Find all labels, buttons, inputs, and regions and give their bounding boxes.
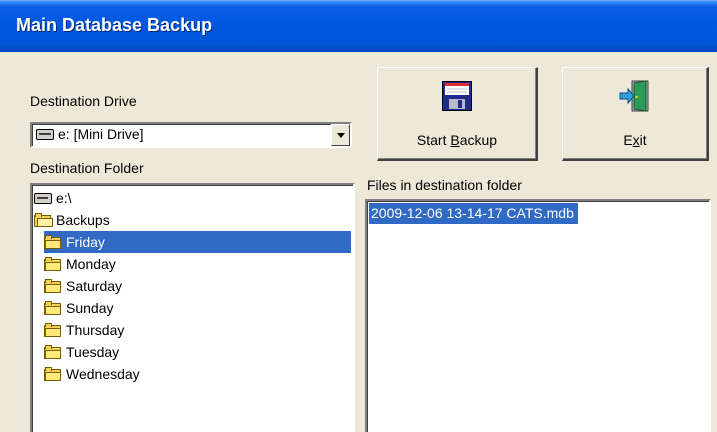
tree-item-label: Backups [56, 212, 110, 228]
folder-icon [44, 345, 62, 359]
folder-icon [44, 279, 62, 293]
folder-icon [44, 235, 62, 249]
folder-icon [44, 257, 62, 271]
tree-item-thursday[interactable]: Thursday [44, 319, 126, 341]
tree-item-wednesday[interactable]: Wednesday [44, 363, 142, 385]
backup-window: Main Database Backup Destination Drive e… [0, 0, 717, 432]
destination-drive-label: Destination Drive [30, 93, 137, 109]
chevron-down-icon[interactable] [331, 124, 350, 146]
tree-item-monday[interactable]: Monday [44, 253, 118, 275]
destination-folder-list[interactable]: e:\ Backups Friday Monday Saturday Sunda… [30, 183, 355, 432]
folder-icon [44, 367, 62, 381]
window-title: Main Database Backup [16, 15, 213, 35]
floppy-disk-icon [442, 81, 472, 111]
tree-item-label: Wednesday [66, 366, 140, 382]
drive-icon [34, 193, 52, 204]
list-item[interactable]: 2009-12-06 13-14-17 CATS.mdb [369, 203, 578, 224]
exit-label: Exit [623, 132, 647, 148]
tree-item-drive-e[interactable]: e:\ [34, 187, 74, 209]
tree-item-sunday[interactable]: Sunday [44, 297, 115, 319]
open-folder-icon [34, 213, 53, 227]
files-in-destination-label: Files in destination folder [367, 177, 522, 193]
tree-item-label: Thursday [66, 322, 125, 338]
folder-icon [44, 301, 62, 315]
tree-item-tuesday[interactable]: Tuesday [44, 341, 121, 363]
tree-item-label: Monday [66, 256, 116, 272]
folder-icon [44, 323, 62, 337]
files-list[interactable]: 2009-12-06 13-14-17 CATS.mdb [365, 199, 711, 432]
tree-item-label: Tuesday [66, 344, 120, 360]
destination-drive-value: e: [Mini Drive] [58, 126, 144, 142]
tree-item-label: e:\ [56, 190, 72, 206]
tree-item-backups[interactable]: Backups [34, 209, 112, 231]
start-backup-button[interactable]: Start Backup [377, 67, 538, 161]
tree-item-label: Sunday [66, 300, 114, 316]
exit-button[interactable]: Exit [562, 67, 709, 161]
destination-drive-select[interactable]: e: [Mini Drive] [30, 122, 352, 148]
drive-icon [36, 129, 54, 140]
exit-door-icon [619, 80, 649, 112]
tree-item-friday[interactable]: Friday [44, 231, 351, 253]
destination-folder-label: Destination Folder [30, 160, 144, 176]
start-backup-label: Start Backup [416, 132, 498, 148]
tree-item-label: Friday [66, 234, 105, 250]
tree-item-label: Saturday [66, 278, 123, 294]
title-bar[interactable]: Main Database Backup [0, 0, 717, 52]
tree-item-saturday[interactable]: Saturday [44, 275, 124, 297]
